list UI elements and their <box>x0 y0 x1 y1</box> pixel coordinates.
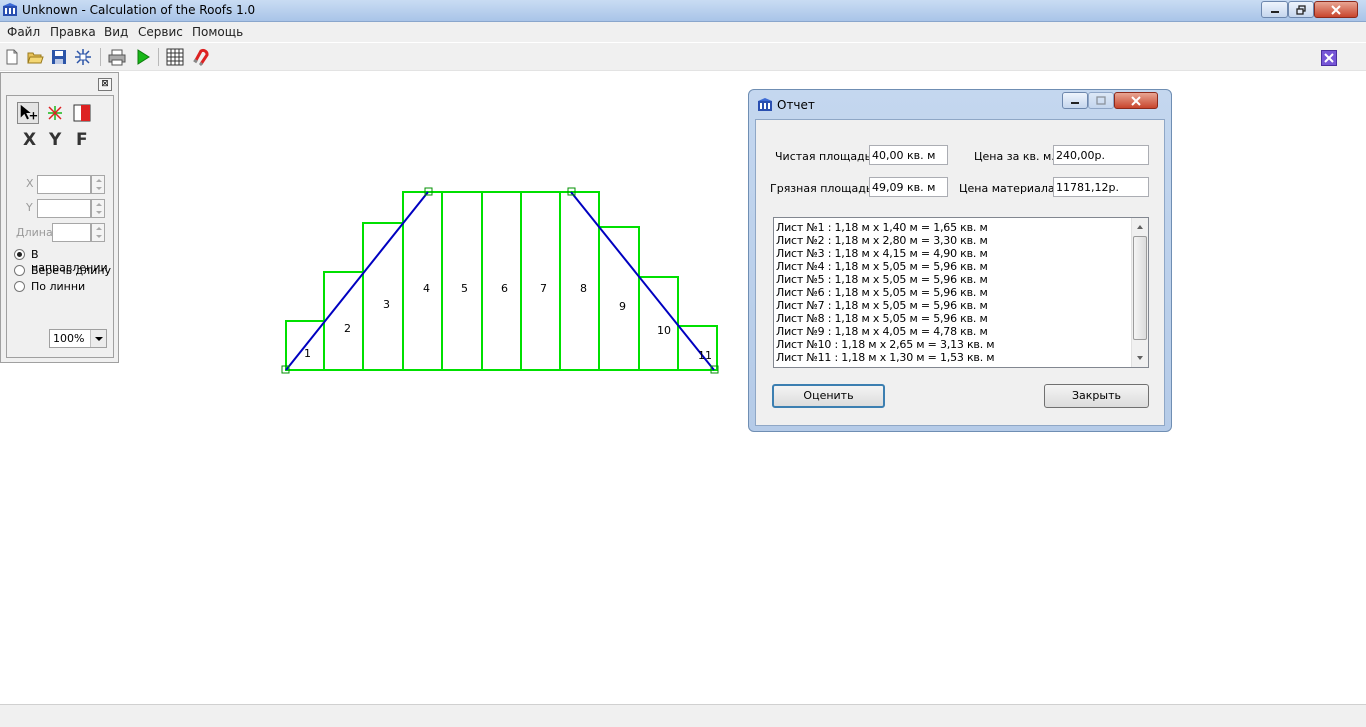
sheets-list[interactable]: Лист №1 : 1,18 м x 1,40 м = 1,65 кв. м Л… <box>773 217 1149 368</box>
roof-sheets <box>285 191 718 371</box>
close-button[interactable]: Закрыть <box>1044 384 1149 408</box>
sheet-label: 3 <box>383 298 390 311</box>
sheet-label: 4 <box>423 282 430 295</box>
gross-area-field[interactable]: 49,09 кв. м <box>869 177 948 197</box>
list-item[interactable]: Лист №7 : 1,18 м x 5,05 м = 5,96 кв. м <box>776 299 988 312</box>
sheet-label: 1 <box>304 347 311 360</box>
scroll-up-icon[interactable] <box>1132 218 1148 235</box>
minimize-icon <box>1071 101 1079 104</box>
dialog-minimize-button[interactable] <box>1062 92 1088 109</box>
dialog-title: Отчет <box>777 98 815 112</box>
dialog-close-button[interactable] <box>1114 92 1158 109</box>
roof-sheet[interactable] <box>441 191 483 371</box>
sheet-label: 7 <box>540 282 547 295</box>
close-icon[interactable] <box>1321 50 1337 66</box>
sheet-label: 6 <box>501 282 508 295</box>
list-item[interactable]: Лист №1 : 1,18 м x 1,40 м = 1,65 кв. м <box>776 221 988 234</box>
list-item[interactable]: Лист №3 : 1,18 м x 4,15 м = 4,90 кв. м <box>776 247 988 260</box>
restore-icon <box>1296 4 1306 15</box>
sheet-label: 9 <box>619 300 626 313</box>
close-window-button[interactable] <box>1314 1 1358 18</box>
roof-sheet[interactable] <box>323 271 364 371</box>
roof-sheet[interactable] <box>402 191 443 371</box>
roof-sheet[interactable] <box>362 222 404 371</box>
sheet-label: 11 <box>698 349 712 362</box>
close-icon <box>1331 4 1341 15</box>
close-icon <box>1131 95 1141 106</box>
roof-sheet[interactable] <box>598 226 640 371</box>
list-item[interactable]: Лист №5 : 1,18 м x 5,05 м = 5,96 кв. м <box>776 273 988 286</box>
net-area-label: Чистая площадь: <box>775 150 875 163</box>
minimize-icon <box>1270 10 1279 13</box>
sheet-label: 10 <box>657 324 671 337</box>
app-icon <box>758 98 772 111</box>
roof-sheet[interactable] <box>481 191 522 371</box>
maximize-icon <box>1096 95 1106 105</box>
sheet-label: 8 <box>580 282 587 295</box>
material-price-field[interactable]: 11781,12р. <box>1053 177 1149 197</box>
sheet-label: 5 <box>461 282 468 295</box>
price-per-m-label: Цена за кв. м.: <box>974 150 1059 163</box>
gross-area-label: Грязная площадь: <box>770 182 877 195</box>
list-item[interactable]: Лист №10 : 1,18 м x 2,65 м = 3,13 кв. м <box>776 338 995 351</box>
status-bar <box>0 704 1366 727</box>
report-dialog: Отчет Чистая площадь: 40,00 кв. м Цена з… <box>748 89 1172 432</box>
dialog-maximize-button[interactable] <box>1088 92 1114 109</box>
list-item[interactable]: Лист №8 : 1,18 м x 5,05 м = 5,96 кв. м <box>776 312 988 325</box>
roof-vertices <box>281 187 719 374</box>
scroll-thumb[interactable] <box>1133 236 1147 340</box>
roof-canvas[interactable]: 1 2 3 4 5 6 7 8 9 10 11 <box>0 0 740 704</box>
roof-outline <box>285 191 715 371</box>
price-per-m-field[interactable]: 240,00р. <box>1053 145 1149 165</box>
roof-sheet[interactable] <box>520 191 561 371</box>
material-price-label: Цена материала: <box>959 182 1059 195</box>
restore-button[interactable] <box>1288 1 1314 18</box>
list-item[interactable]: Лист №6 : 1,18 м x 5,05 м = 5,96 кв. м <box>776 286 988 299</box>
net-area-field[interactable]: 40,00 кв. м <box>869 145 948 165</box>
list-item[interactable]: Лист №11 : 1,18 м x 1,30 м = 1,53 кв. м <box>776 351 995 364</box>
dialog-client: Чистая площадь: 40,00 кв. м Цена за кв. … <box>755 119 1165 426</box>
list-scrollbar[interactable] <box>1131 218 1148 367</box>
evaluate-button[interactable]: Оценить <box>772 384 885 408</box>
minimize-button[interactable] <box>1261 1 1288 18</box>
scroll-down-icon[interactable] <box>1132 350 1148 367</box>
sheet-label: 2 <box>344 322 351 335</box>
list-item[interactable]: Лист №9 : 1,18 м x 4,05 м = 4,78 кв. м <box>776 325 988 338</box>
list-item[interactable]: Лист №4 : 1,18 м x 5,05 м = 5,96 кв. м <box>776 260 988 273</box>
list-item[interactable]: Лист №2 : 1,18 м x 2,80 м = 3,30 кв. м <box>776 234 988 247</box>
